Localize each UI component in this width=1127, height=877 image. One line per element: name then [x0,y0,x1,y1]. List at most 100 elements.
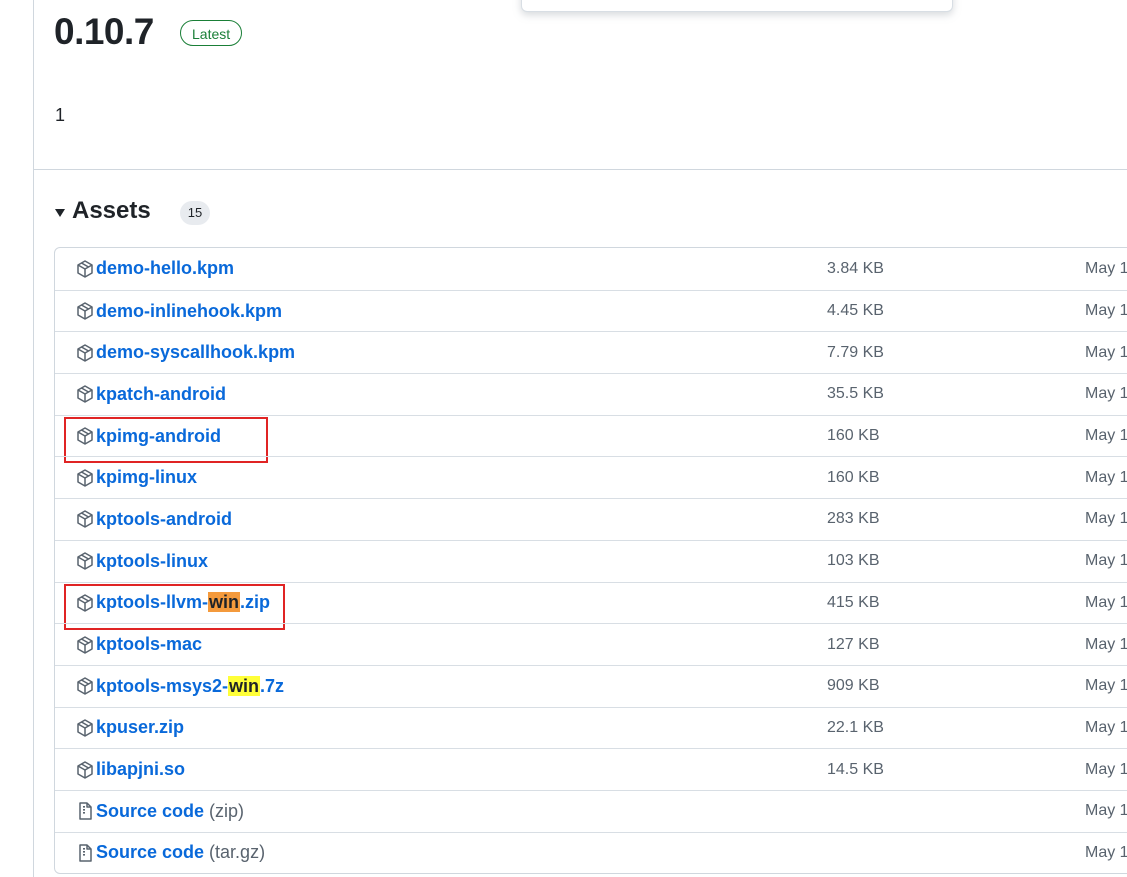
asset-name: kpimg-linux [96,467,198,488]
asset-row: kptools-msys2-win.7z 909 KB May 1 [55,664,1127,707]
asset-row: demo-inlinehook.kpm 4.45 KB May 1 [55,289,1127,332]
release-page: 0.10.7 Latest 1 Assets 15 demo-hello.kpm… [0,0,1127,877]
asset-name: kpimg-android [96,425,221,446]
asset-date: May 1 [1085,343,1127,361]
asset-link[interactable]: kpimg-linux [75,457,197,498]
section-divider [34,169,1127,170]
asset-link[interactable]: kpuser.zip [75,708,184,749]
assets-title: Assets [72,197,151,224]
package-icon [77,677,93,695]
asset-row: kptools-linux 103 KB May 1 [55,539,1127,582]
package-icon [77,385,93,404]
search-highlight: win [228,675,261,696]
asset-name: kptools-mac [96,634,203,655]
asset-date: May 1 [1085,593,1127,611]
latest-badge: Latest [180,20,243,46]
asset-date: May 1 [1085,635,1127,653]
asset-row: kpatch-android 35.5 KB May 1 [55,373,1127,415]
asset-row: kpimg-linux 160 KB May 1 [55,456,1127,498]
asset-name: kptools-llvm-win.zip [96,592,270,613]
asset-date: May 1 [1085,385,1127,403]
asset-name: kpuser.zip [96,717,185,738]
asset-size: 283 KB [827,510,880,528]
release-notes: 1 [55,105,66,125]
asset-date: May 1 [1085,718,1127,736]
package-icon [77,302,93,320]
package-icon [77,510,93,529]
asset-row: kpuser.zip 22.1 KB May 1 [55,706,1127,749]
package-icon [77,594,93,612]
asset-row: demo-hello.kpm 3.84 KB May 1 [55,248,1127,290]
asset-row: Source code (zip) May 1 [55,789,1127,832]
asset-row: kptools-android 283 KB May 1 [55,498,1127,540]
asset-date: May 1 [1085,468,1127,486]
asset-name: libapjni.so [96,759,186,780]
asset-size: 4.45 KB [827,302,884,320]
search-highlight: win [208,592,241,613]
release-title[interactable]: 0.10.7 [54,10,154,54]
asset-name: demo-inlinehook.kpm [96,300,283,321]
asset-size: 160 KB [827,468,880,486]
asset-format: (tar.gz) [209,842,266,863]
dropdown-popup-edge [521,0,953,12]
asset-date: May 1 [1085,760,1127,778]
asset-size: 35.5 KB [827,385,884,403]
asset-link[interactable]: demo-syscallhook.kpm [75,332,295,373]
asset-name-part: .7z [260,675,285,696]
asset-link[interactable]: libapjni.so [75,749,185,790]
package-icon [77,260,93,278]
file-zip-icon [79,802,92,821]
asset-link[interactable]: kpatch-android [75,374,226,415]
asset-link[interactable]: Source code (zip) [75,791,244,832]
asset-row: libapjni.so 14.5 KB May 1 [55,748,1127,790]
asset-row: Source code (tar.gz) May 1 [55,831,1127,874]
asset-link[interactable]: kptools-android [75,499,232,540]
asset-date: May 1 [1085,427,1127,445]
asset-name: Source code [96,800,205,821]
asset-format: (zip) [209,800,245,821]
asset-link[interactable]: kptools-msys2-win.7z [75,666,284,707]
asset-row: kptools-llvm-win.zip 415 KB May 1 [55,581,1127,630]
asset-name: kptools-android [96,508,232,529]
asset-date: May 1 [1085,802,1127,820]
package-icon [77,343,93,362]
asset-size: 7.79 KB [827,343,884,361]
asset-date: May 1 [1085,259,1127,277]
asset-name-part: kptools-llvm- [96,592,209,613]
asset-name: kptools-msys2-win.7z [96,675,285,697]
package-icon [77,719,93,737]
asset-link[interactable]: kptools-linux [75,541,208,582]
package-icon [77,635,93,654]
asset-row: demo-syscallhook.kpm 7.79 KB May 1 [55,331,1127,373]
assets-toggle[interactable]: Assets 15 [55,196,211,226]
asset-date: May 1 [1085,552,1127,570]
asset-size: 3.84 KB [827,259,884,277]
asset-size: 160 KB [827,427,880,445]
asset-size: 909 KB [827,677,880,695]
asset-date: May 1 [1085,843,1127,861]
asset-size: 103 KB [827,552,880,570]
asset-link[interactable]: kptools-mac [75,624,202,665]
package-icon [77,427,93,445]
asset-size: 415 KB [827,593,880,611]
package-icon [77,760,93,779]
asset-link[interactable]: demo-inlinehook.kpm [75,291,282,332]
asset-link[interactable]: kpimg-android [75,416,221,457]
asset-name-part: kptools-msys2- [96,675,229,696]
asset-link[interactable]: kptools-llvm-win.zip [75,583,270,624]
asset-date: May 1 [1085,677,1127,695]
asset-link[interactable]: demo-hello.kpm [75,248,234,290]
asset-date: May 1 [1085,510,1127,528]
assets-count-badge: 15 [179,201,211,225]
asset-size: 127 KB [827,635,880,653]
asset-size: 22.1 KB [827,718,884,736]
asset-name: demo-syscallhook.kpm [96,342,296,363]
assets-list: demo-hello.kpm 3.84 KB May 1 demo-inlinehoo… [54,247,1127,875]
asset-date: May 1 [1085,302,1127,320]
asset-row: kpimg-android 160 KB May 1 [55,414,1127,463]
asset-name: demo-hello.kpm [96,258,235,279]
asset-name-part: .zip [240,592,271,613]
asset-size: 14.5 KB [827,760,884,778]
package-icon [77,552,93,570]
asset-link[interactable]: Source code (tar.gz) [75,833,265,874]
